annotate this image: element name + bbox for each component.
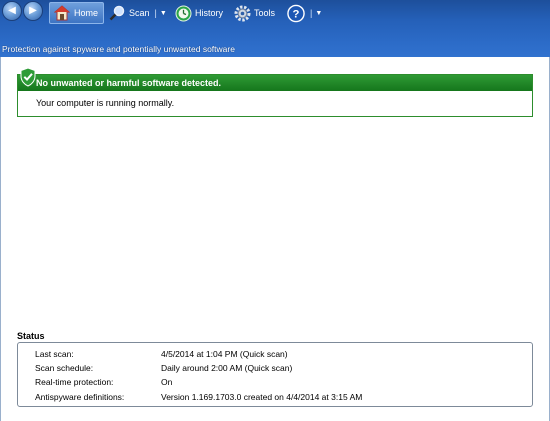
main-pane: No unwanted or harmful software detected… [0,57,550,421]
toolbar: ◀ ▶ Home Scan | ▼ History Tools ? | ▼ [0,0,550,26]
home-label: Home [74,8,99,18]
status-value: Daily around 2:00 AM (Quick scan) [161,363,293,373]
history-clock-icon [174,4,192,22]
scan-button[interactable]: Scan | ▼ [108,2,167,24]
forward-arrow-icon: ▶ [29,5,37,16]
gear-icon [233,4,251,22]
history-label: History [195,8,224,18]
status-panel: Last scan: 4/5/2014 at 1:04 PM (Quick sc… [17,342,533,407]
status-value: Version 1.169.1703.0 created on 4/4/2014… [161,392,363,402]
scan-separator: | [154,8,157,18]
status-label: Real-time protection: [35,377,114,387]
alert-heading: No unwanted or harmful software detected… [18,75,532,91]
chevron-down-icon[interactable]: ▼ [315,10,322,17]
history-button[interactable]: History [174,2,223,24]
page-subtitle: Protection against spyware and potential… [2,44,235,54]
status-section-title: Status [17,331,45,341]
help-button[interactable]: ? | ▼ [287,2,322,24]
status-row-antispyware-definitions: Antispyware definitions: Version 1.169.1… [35,392,362,404]
status-row-scan-schedule: Scan schedule: Daily around 2:00 AM (Qui… [35,363,292,375]
help-separator: | [310,8,313,18]
tools-button[interactable]: Tools [233,2,275,24]
back-button[interactable]: ◀ [2,1,22,21]
status-label: Antispyware definitions: [35,392,125,402]
tools-label: Tools [254,8,276,18]
chevron-down-icon[interactable]: ▼ [160,10,167,17]
alert-message: Your computer is running normally. [36,98,175,108]
help-icon: ? [287,4,305,22]
status-label: Scan schedule: [35,363,94,373]
home-button[interactable]: Home [49,2,104,24]
back-arrow-icon: ◀ [8,5,16,16]
shield-check-icon [20,67,36,87]
help-glyph: ? [293,8,300,20]
status-value: On [161,377,173,387]
status-row-last-scan: Last scan: 4/5/2014 at 1:04 PM (Quick sc… [35,349,288,361]
status-row-real-time-protection: Real-time protection: On [35,377,172,389]
status-value: 4/5/2014 at 1:04 PM (Quick scan) [161,349,288,359]
forward-button[interactable]: ▶ [23,1,43,21]
home-icon [53,4,71,22]
status-alert: No unwanted or harmful software detected… [17,67,533,117]
scan-label: Scan [129,8,150,18]
title-bar-chrome: ◀ ▶ Home Scan | ▼ History Tools ? | ▼ Pr… [0,0,550,57]
magnifier-icon [108,4,126,22]
status-label: Last scan: [35,349,74,359]
